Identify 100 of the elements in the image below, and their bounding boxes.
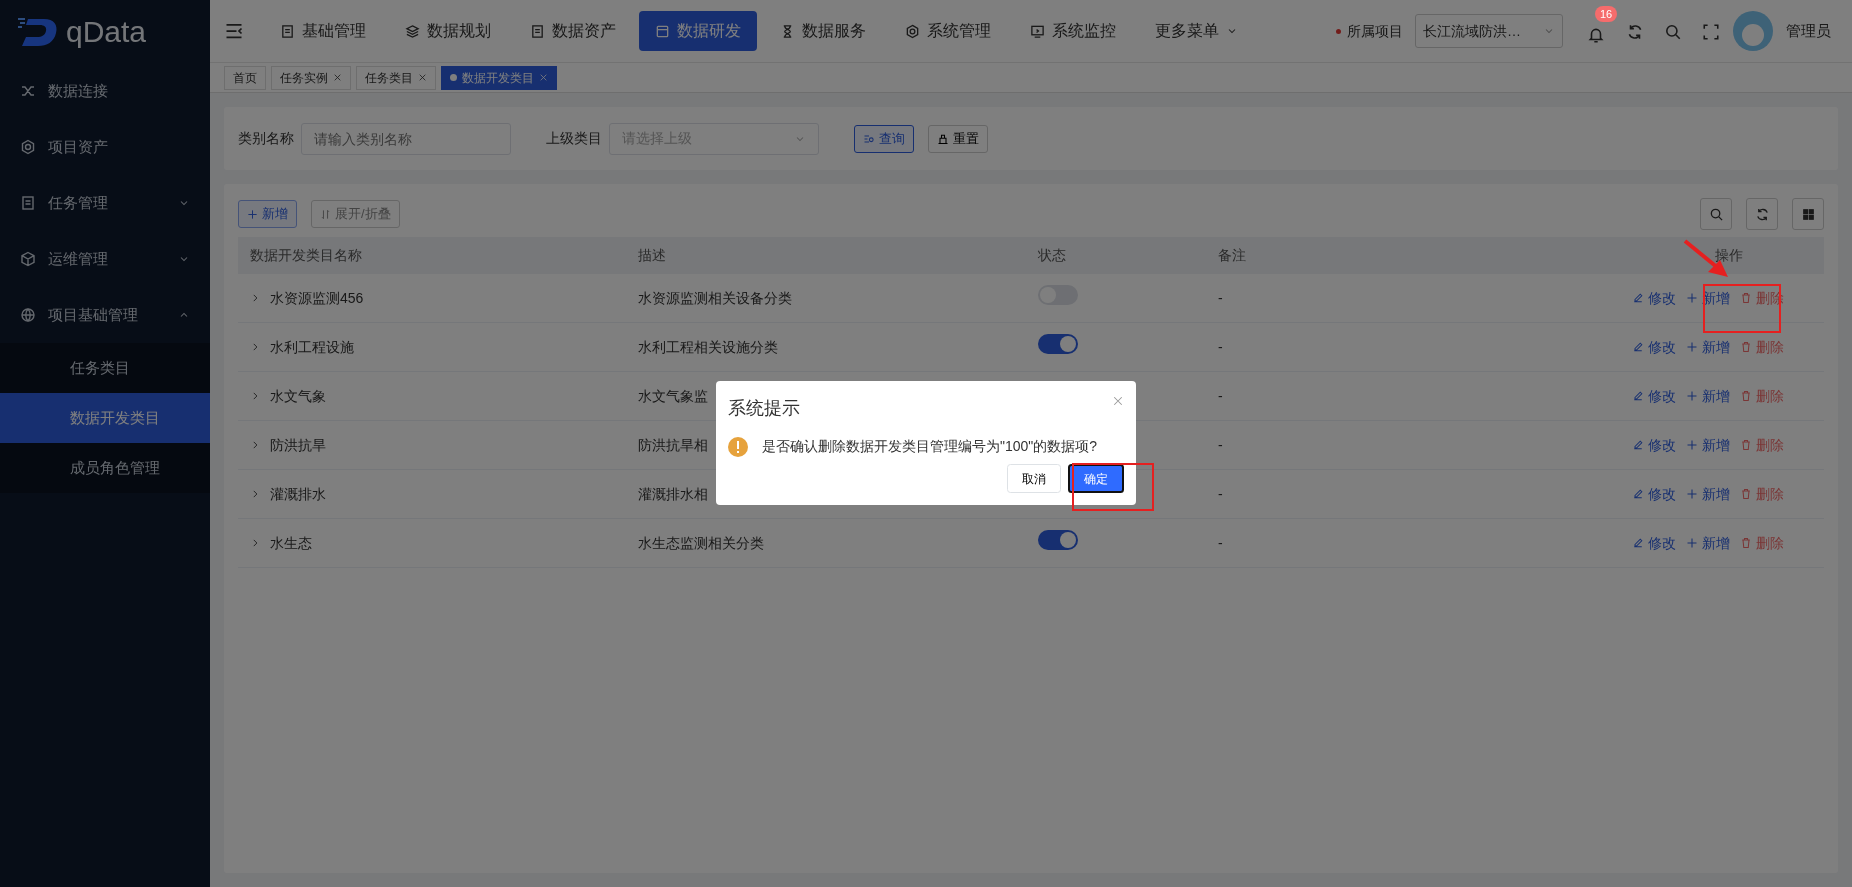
monitor-icon — [1030, 23, 1045, 39]
user-name: 管理员 — [1786, 20, 1831, 41]
notification-badge: 16 — [1595, 6, 1618, 22]
sort-icon — [320, 208, 331, 220]
menu-tab[interactable]: 系统监控 — [1014, 11, 1132, 51]
layers-icon — [405, 23, 420, 39]
action-link[interactable]: 修改 — [1632, 385, 1676, 407]
cube-icon — [20, 251, 36, 267]
action-link[interactable]: 新增 — [1686, 385, 1730, 407]
sidebar-item[interactable]: 数据连接 — [0, 63, 210, 119]
input-field[interactable]: 请输入类别名称 — [301, 122, 511, 155]
plus-icon — [1686, 537, 1698, 549]
table-cell: 水利工程相关设施分类 — [638, 338, 778, 355]
trash-icon — [1740, 439, 1752, 451]
table-cell: - — [1218, 289, 1223, 306]
page-tab[interactable]: 首页 — [224, 65, 266, 90]
action-link[interactable]: 修改 — [1632, 336, 1676, 358]
action-link[interactable]: 删除 — [1740, 336, 1784, 358]
action-link[interactable]: 新增 — [1686, 434, 1730, 456]
plus-icon — [1686, 439, 1698, 451]
columns-button[interactable] — [1792, 198, 1824, 230]
menu-tab[interactable]: 数据资产 — [514, 11, 632, 51]
sidebar-subitem[interactable]: 数据开发类目 — [0, 393, 210, 443]
refresh-button[interactable] — [1746, 198, 1778, 230]
table-cell: - — [1218, 387, 1223, 404]
menu-tab[interactable]: 系统管理 — [889, 11, 1007, 51]
bell-icon — [1587, 26, 1605, 44]
trash-icon — [1740, 390, 1752, 402]
project-label: 所属项目 — [1347, 21, 1403, 41]
action-link[interactable]: 修改 — [1632, 532, 1676, 554]
edit-icon — [1632, 341, 1644, 353]
action-link[interactable]: 删除 — [1740, 385, 1784, 407]
toggle-switch[interactable] — [1038, 530, 1078, 550]
refresh-icon — [1626, 22, 1644, 41]
menu-tab[interactable]: 数据规划 — [389, 11, 507, 51]
document-icon — [280, 23, 295, 39]
column-header: 状态 — [1038, 247, 1066, 263]
toggle-switch[interactable] — [1038, 334, 1078, 354]
action-link[interactable]: 修改 — [1632, 287, 1676, 309]
gear-icon — [20, 139, 36, 155]
table-cell: 防洪抗旱相 — [638, 436, 708, 453]
dot-icon — [450, 74, 457, 81]
project-select[interactable]: 长江流域防洪… — [1415, 14, 1563, 48]
confirm-button[interactable]: 确定 — [1068, 464, 1124, 494]
action-link[interactable]: 修改 — [1632, 483, 1676, 505]
search-icon — [1708, 206, 1724, 222]
add-button[interactable]: 新增 — [238, 200, 297, 228]
gear-icon — [905, 23, 920, 39]
table-cell-text: 水文气象 — [270, 386, 326, 406]
table-cell: - — [1218, 485, 1223, 502]
edit-icon — [1632, 390, 1644, 402]
table-cell: 水资源监测相关设备分类 — [638, 289, 792, 306]
menu-tab[interactable]: 基础管理 — [264, 11, 382, 51]
action-link[interactable]: 删除 — [1740, 483, 1784, 505]
page-tab[interactable]: 任务类目 — [356, 65, 436, 90]
menu-tab[interactable]: 数据服务 — [764, 11, 882, 51]
required-icon — [1336, 28, 1341, 34]
menu-tab[interactable]: 数据研发 — [639, 11, 757, 51]
plus-icon — [1686, 292, 1698, 304]
field-label: 类别名称 — [238, 129, 294, 148]
avatar — [1733, 11, 1773, 51]
action-link[interactable]: 新增 — [1686, 532, 1730, 554]
edit-icon — [1632, 537, 1644, 549]
action-link[interactable]: 删除 — [1740, 532, 1784, 554]
sidebar-item[interactable]: 项目基础管理 — [0, 287, 210, 343]
warning-icon — [728, 436, 748, 457]
grid-icon — [1800, 206, 1816, 222]
shuffle-icon — [20, 83, 36, 99]
query-button[interactable]: 查询 — [854, 124, 914, 153]
notification-button[interactable] — [1587, 26, 1605, 44]
plus-icon — [1686, 488, 1698, 500]
reset-button[interactable]: 重置 — [928, 124, 988, 153]
page-tab[interactable]: 任务实例 — [271, 65, 351, 90]
table-cell: - — [1218, 436, 1223, 453]
sidebar-item[interactable]: 任务管理 — [0, 175, 210, 231]
column-header: 备注 — [1218, 247, 1246, 263]
table-cell-text: 水利工程设施 — [270, 337, 354, 357]
sidebar-item[interactable]: 项目资产 — [0, 119, 210, 175]
sidebar-subitem[interactable]: 任务类目 — [0, 343, 210, 393]
trash-icon — [1740, 341, 1752, 353]
globe-icon — [20, 307, 36, 323]
sidebar-item[interactable]: 运维管理 — [0, 231, 210, 287]
menu-tab[interactable]: 更多菜单 — [1139, 11, 1254, 51]
search-icon — [1664, 22, 1682, 41]
table-cell-text: 水资源监测456 — [270, 288, 364, 308]
plus-icon — [247, 208, 258, 220]
document-icon — [20, 195, 36, 211]
action-link[interactable]: 新增 — [1686, 336, 1730, 358]
action-link[interactable]: 删除 — [1740, 434, 1784, 456]
table-cell-text: 灌溉排水 — [270, 484, 326, 504]
sidebar-subitem[interactable]: 成员角色管理 — [0, 443, 210, 493]
action-link[interactable]: 新增 — [1686, 483, 1730, 505]
table-cell: 水文气象监 — [638, 387, 708, 404]
trash-icon — [1740, 537, 1752, 549]
close-icon — [1112, 395, 1124, 407]
search-button[interactable] — [1700, 198, 1732, 230]
cancel-button[interactable]: 取消 — [1007, 464, 1061, 494]
action-link[interactable]: 修改 — [1632, 434, 1676, 456]
page-tab[interactable]: 数据开发类目 — [441, 65, 557, 90]
column-header: 描述 — [638, 247, 666, 263]
